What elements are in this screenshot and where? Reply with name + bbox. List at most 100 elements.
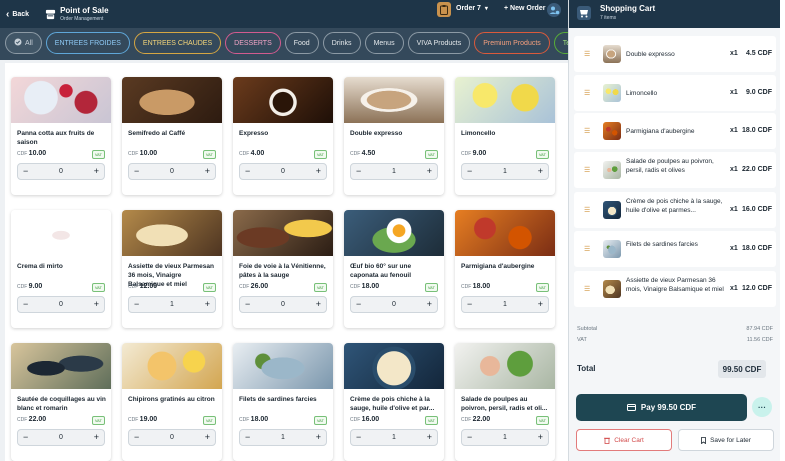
quantity-stepper: − 1 + [461, 296, 549, 313]
currency-label: CDF [17, 417, 28, 423]
product-card[interactable]: Expresso CDF 4.00 VAT − 0 + [233, 77, 333, 195]
product-card[interactable]: Semifredo al Caffé CDF 10.00 VAT − 0 + [122, 77, 222, 195]
decrease-button[interactable]: − [467, 167, 472, 176]
cart-item[interactable]: ☰ Assiette de vieux Parmesan 36 mois, Vin… [574, 271, 776, 307]
drag-handle-icon[interactable]: ☰ [584, 127, 590, 135]
product-card[interactable]: Parmigiana d'aubergine CDF 18.00 VAT − 1 + [455, 210, 555, 328]
product-card[interactable]: Filets de sardines farcies CDF 18.00 VAT − 1… [233, 343, 333, 461]
check-circle-icon [14, 38, 22, 48]
decrease-button[interactable]: − [245, 300, 250, 309]
increase-button[interactable]: + [205, 433, 210, 442]
cart-item[interactable]: ☰ Salade de poulpes au poivron, persil, r… [574, 152, 776, 188]
decrease-button[interactable]: − [245, 433, 250, 442]
decrease-button[interactable]: − [356, 167, 361, 176]
price-value: 10.00 [139, 150, 158, 157]
drag-handle-icon[interactable]: ☰ [584, 50, 590, 58]
product-price: CDF 19.00 [128, 416, 157, 423]
filter-chip-all[interactable]: All [5, 32, 42, 54]
increase-button[interactable]: + [538, 167, 543, 176]
decrease-button[interactable]: − [23, 300, 28, 309]
subtotal-label: Subtotal [577, 326, 598, 332]
cart-item-thumbnail [603, 161, 621, 179]
cart-item-amount: 22.0 CDF [742, 166, 772, 173]
decrease-button[interactable]: − [467, 300, 472, 309]
product-card[interactable]: Double expresso CDF 4.50 VAT − 1 + [344, 77, 444, 195]
cart-item-quantity: x1 [730, 245, 738, 252]
drag-handle-icon[interactable]: ☰ [584, 245, 590, 253]
increase-button[interactable]: + [94, 167, 99, 176]
vat-badge: VAT [424, 283, 438, 292]
decrease-button[interactable]: − [134, 167, 139, 176]
decrease-button[interactable]: − [134, 433, 139, 442]
new-order-button[interactable]: + New Order [504, 5, 545, 12]
cart-item[interactable]: ☰ Double expresso x1 4.5 CDF [574, 36, 776, 72]
filter-chip-drinks[interactable]: Drinks [322, 32, 361, 54]
product-card[interactable]: Salade de poulpes au poivron, persil, ra… [455, 343, 555, 461]
product-card[interactable]: Foie de voie à la Vénitienne, pâtes à la… [233, 210, 333, 328]
back-button[interactable]: ‹ Back [6, 9, 29, 20]
cart-item[interactable]: ☰ Parmigiana d'aubergine x1 18.0 CDF [574, 113, 776, 149]
filter-chip-temp-menu[interactable]: Temp Menu [553, 32, 568, 54]
product-card[interactable]: Assiette de vieux Parmesan 36 mois, Vina… [122, 210, 222, 328]
pay-button[interactable]: Pay 99.50 CDF [576, 394, 747, 421]
cart-item[interactable]: ☰ Filets de sardines farcies x1 18.0 CDF [574, 231, 776, 267]
filter-chip-menus[interactable]: Menus [364, 32, 404, 54]
increase-button[interactable]: + [316, 167, 321, 176]
filter-chip-food[interactable]: Food [284, 32, 319, 54]
filter-chip-desserts[interactable]: DESSERTS [225, 32, 281, 54]
increase-button[interactable]: + [316, 300, 321, 309]
drag-handle-icon[interactable]: ☰ [584, 206, 590, 214]
product-card[interactable]: Crema di mirto CDF 9.00 VAT − 0 + [11, 210, 111, 328]
decrease-button[interactable]: − [134, 300, 139, 309]
order-selector[interactable]: Order 7 ▾ [456, 5, 488, 12]
quantity-value: 1 [170, 301, 174, 308]
filter-chip-premium-products[interactable]: Premium Products [474, 32, 550, 54]
product-name: Filets de sardines farcies [239, 396, 317, 403]
filter-chip-entrees-froides[interactable]: ENTREES FROIDES [45, 32, 130, 54]
filter-chip-viva-products[interactable]: VIVA Products [407, 32, 471, 54]
product-price: CDF 9.00 [461, 150, 486, 157]
increase-button[interactable]: + [427, 433, 432, 442]
bookmark-icon [701, 436, 706, 444]
increase-button[interactable]: + [205, 167, 210, 176]
increase-button[interactable]: + [205, 300, 210, 309]
more-options-button[interactable]: ··· [752, 397, 772, 417]
decrease-button[interactable]: − [467, 433, 472, 442]
filter-chip-label: Drinks [331, 39, 352, 47]
decrease-button[interactable]: − [23, 167, 28, 176]
save-for-later-button[interactable]: Save for Later [678, 429, 774, 451]
product-card[interactable]: Panna cotta aux fruits de saison CDF 10.0… [11, 77, 111, 195]
cart-item[interactable]: ☰ Limoncello x1 9.0 CDF [574, 75, 776, 111]
cart-item[interactable]: ☰ Crème de pois chiche à la sauge, huile … [574, 192, 776, 228]
top-bar: ‹ Back Point of Sale Order Management Or… [0, 0, 568, 28]
quantity-stepper: − 0 + [128, 429, 216, 446]
decrease-button[interactable]: − [245, 167, 250, 176]
decrease-button[interactable]: − [356, 433, 361, 442]
product-card[interactable]: Œuf bio 60° sur une caponata au fenouil C… [344, 210, 444, 328]
cart-item-quantity: x1 [730, 285, 738, 292]
users-icon[interactable] [547, 3, 561, 17]
clear-cart-button[interactable]: Clear Cart [576, 429, 672, 451]
quantity-stepper: − 0 + [17, 429, 105, 446]
cart-item-name: Double expresso [626, 51, 675, 58]
app-title: Point of Sale [60, 5, 109, 15]
drag-handle-icon[interactable]: ☰ [584, 285, 590, 293]
product-card[interactable]: Chipirons gratinés au citron CDF 19.00 VAT… [122, 343, 222, 461]
increase-button[interactable]: + [427, 300, 432, 309]
increase-button[interactable]: + [316, 433, 321, 442]
increase-button[interactable]: + [94, 300, 99, 309]
drag-handle-icon[interactable]: ☰ [584, 89, 590, 97]
increase-button[interactable]: + [538, 433, 543, 442]
product-card[interactable]: Sautée de coquillages au vin blanc et ro… [11, 343, 111, 461]
product-card[interactable]: Limoncello CDF 9.00 VAT − 1 + [455, 77, 555, 195]
product-card[interactable]: Crème de pois chiche à la sauge, huile d… [344, 343, 444, 461]
decrease-button[interactable]: − [23, 433, 28, 442]
decrease-button[interactable]: − [356, 300, 361, 309]
increase-button[interactable]: + [94, 433, 99, 442]
increase-button[interactable]: + [427, 167, 432, 176]
product-name: Salade de poulpes au poivron, persil, ra… [461, 396, 548, 412]
increase-button[interactable]: + [538, 300, 543, 309]
drag-handle-icon[interactable]: ☰ [584, 166, 590, 174]
currency-label: CDF [128, 151, 139, 157]
filter-chip-entrees-chaudes[interactable]: ENTREES CHAUDES [133, 32, 222, 54]
